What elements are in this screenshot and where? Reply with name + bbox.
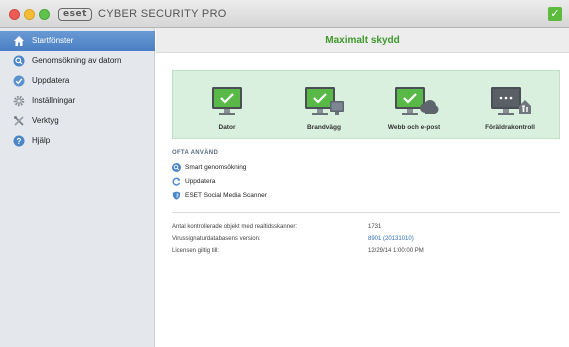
action-label: ESET Social Media Scanner (185, 192, 267, 199)
info-label-scanned-objects: Antal kontrollerade objekt med realtidss… (172, 224, 298, 230)
tile-webb-och-epost[interactable]: Webb och e-post (370, 71, 458, 140)
main-header: Maximalt skydd (156, 28, 569, 53)
home-icon (14, 36, 24, 46)
action-label: Smart genomsökning (185, 164, 247, 171)
monitor-parental-icon (491, 87, 531, 115)
tile-label: Föräldrakontroll (485, 124, 535, 131)
close-window-button[interactable] (9, 9, 20, 20)
search-icon (172, 163, 181, 172)
tools-icon (14, 116, 24, 126)
update-icon (172, 177, 181, 186)
sidebar-item-label: Genomsökning av datorn (32, 56, 122, 65)
info-label-license-valid: Licensen giltig till: (172, 248, 220, 254)
sidebar-item-label: Uppdatera (32, 76, 70, 85)
svg-text:?: ? (17, 137, 22, 146)
tile-label: Brandvägg (307, 124, 341, 131)
sidebar-item-genomsokning[interactable]: Genomsökning av datorn (0, 51, 155, 71)
info-value-scanned-objects: 1731 (368, 224, 382, 230)
info-value-license-valid: 12/29/14 1:00:00 PM (368, 248, 424, 254)
minimize-window-button[interactable] (24, 9, 35, 20)
maximize-window-button[interactable] (39, 9, 50, 20)
eset-logo: eset (58, 8, 92, 21)
sidebar-item-label: Inställningar (32, 96, 76, 105)
gear-icon (13, 95, 25, 107)
tile-label: Webb och e-post (387, 124, 441, 131)
protection-panel: Dator Brandvägg Webb och e-post Föräldra… (172, 70, 560, 139)
sidebar-item-verktyg[interactable]: Verktyg (0, 111, 155, 131)
info-label-signature-version: Virussignaturdatabasens version: (172, 236, 261, 242)
protection-status-icon[interactable]: ✓ (548, 7, 562, 21)
window-titlebar: eset CYBER SECURITY PRO ✓ (0, 0, 569, 28)
section-divider (172, 212, 560, 213)
sidebar-item-hjalp[interactable]: ? Hjälp (0, 131, 155, 151)
update-icon (13, 75, 25, 87)
sidebar-item-label: Startfönster (32, 36, 74, 45)
search-icon (13, 55, 25, 67)
sidebar: Startfönster Genomsökning av datorn Uppd… (0, 28, 155, 347)
action-label: Uppdatera (185, 178, 216, 185)
signature-version-link[interactable]: 8901 (20131010) (368, 236, 414, 242)
tile-foraldrakontroll[interactable]: Föräldrakontroll (466, 71, 554, 140)
often-used-heading: OFTA ANVÄND (172, 150, 219, 156)
tile-brandvagg[interactable]: Brandvägg (280, 71, 368, 140)
monitor-check-icon (212, 87, 242, 115)
monitor-cloud-icon (395, 87, 439, 115)
sidebar-item-installningar[interactable]: Inställningar (0, 91, 155, 111)
sidebar-item-startfonster[interactable]: Startfönster (0, 31, 155, 51)
help-icon: ? (13, 135, 25, 147)
sidebar-item-label: Hjälp (32, 136, 51, 145)
product-name: CYBER SECURITY PRO (98, 8, 227, 20)
sidebar-item-label: Verktyg (32, 116, 59, 125)
sidebar-item-uppdatera[interactable]: Uppdatera (0, 71, 155, 91)
tile-dator[interactable]: Dator (183, 71, 271, 140)
monitor-firewall-icon (305, 87, 344, 115)
tile-label: Dator (218, 124, 236, 131)
shield-icon (172, 191, 181, 200)
protection-status-title: Maximalt skydd (325, 35, 400, 46)
